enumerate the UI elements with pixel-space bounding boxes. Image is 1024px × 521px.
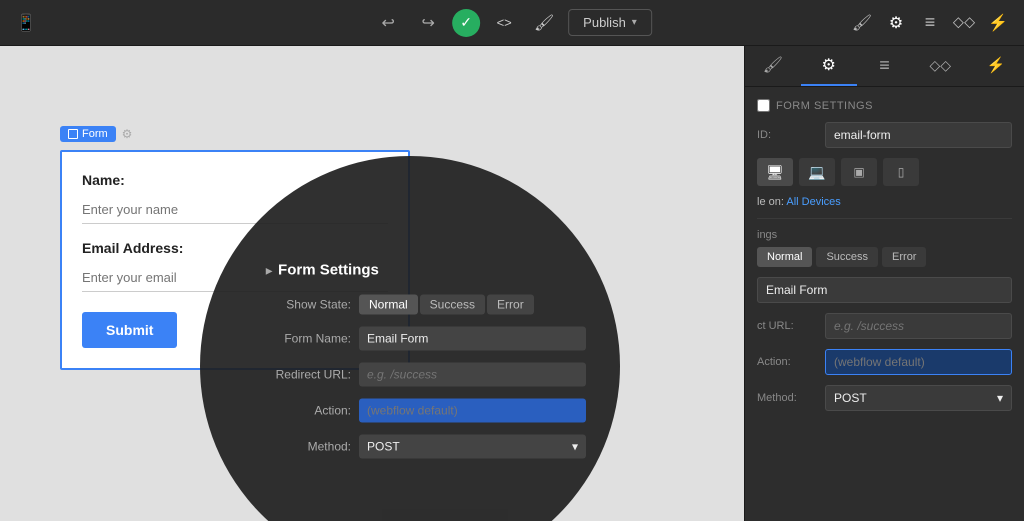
paintbrush-icon[interactable]: 🖌 [528, 7, 560, 39]
popup-form-name-input[interactable] [359, 327, 586, 351]
panel-state-row: Normal Success Error [757, 247, 1012, 267]
main-area: Form ⚙ Name: Email Address: Submit Form … [0, 46, 1024, 521]
device-icons-row: 🖥 💻 ▣ ▯ [757, 158, 1012, 186]
popup-title: Form Settings [266, 262, 586, 279]
visible-label: le on: All Devices [757, 196, 1012, 208]
popup-redirect-input[interactable] [359, 363, 586, 387]
panel-method-label: Method: [757, 392, 817, 404]
panel-action-row: Action: [757, 349, 1012, 375]
panel-id-label: ID: [757, 129, 817, 141]
popup-show-state-row: Show State: Normal Success Error [266, 295, 586, 315]
publish-chevron-icon: ▾ [632, 17, 637, 28]
popup-method-label: Method: [266, 440, 351, 454]
panel-redirect-input[interactable] [825, 313, 1012, 339]
panel-method-row: Method: POST ▾ [757, 385, 1012, 411]
toolbar-left: 📱 [10, 7, 42, 39]
visible-devices: All Devices [786, 196, 840, 208]
popup-show-state-label: Show State: [266, 298, 351, 312]
panel-id-row: ID: [757, 122, 1012, 148]
gear-tab-icon[interactable]: ⚙ [880, 7, 912, 39]
popup-form-name-label: Form Name: [266, 332, 351, 346]
form-settings-checkbox[interactable] [757, 99, 770, 112]
form-box-icon [68, 129, 78, 139]
bolt-tab-icon[interactable]: ⚡ [982, 7, 1014, 39]
panel-state-error-btn[interactable]: Error [882, 247, 926, 267]
redo-icon[interactable]: ↪ [412, 7, 444, 39]
tab-lines[interactable]: ≡ [857, 46, 913, 86]
panel-method-value: POST [834, 391, 867, 405]
popup-redirect-label: Redirect URL: [266, 368, 351, 382]
panel-redirect-label: ct URL: [757, 320, 817, 332]
tab-bolt[interactable]: ⚡ [968, 46, 1024, 86]
submit-button[interactable]: Submit [82, 312, 177, 348]
popup-method-select[interactable]: POST ▾ [359, 435, 586, 459]
canvas-area: Form ⚙ Name: Email Address: Submit Form … [0, 46, 744, 521]
popup-redirect-row: Redirect URL: [266, 363, 586, 387]
toolbar: 📱 ↩ ↪ ✓ <> 🖌 Publish ▾ 🖌 ⚙ ≡ ⬦⬦ ⚡ [0, 0, 1024, 46]
settings-section-label: ings [757, 229, 1012, 241]
device-laptop-icon[interactable]: 💻 [799, 158, 835, 186]
lines-tab-icon[interactable]: ≡ [914, 7, 946, 39]
panel-action-label: Action: [757, 356, 817, 368]
toolbar-right: 🖌 ⚙ ≡ ⬦⬦ ⚡ [846, 7, 1014, 39]
popup-state-normal-btn[interactable]: Normal [359, 295, 418, 315]
publish-button[interactable]: Publish ▾ [568, 9, 652, 36]
canvas-inner: Form ⚙ Name: Email Address: Submit Form … [0, 46, 744, 521]
panel-body: Form Settings ID: 🖥 💻 ▣ ▯ le on: All Dev… [745, 87, 1024, 521]
popup-method-chevron-icon: ▾ [572, 440, 578, 454]
drops-tab-icon[interactable]: ⬦⬦ [948, 7, 980, 39]
popup-state-buttons: Normal Success Error [359, 295, 534, 315]
panel-action-input[interactable] [825, 349, 1012, 375]
form-tag-label: Form [82, 128, 108, 140]
panel-form-settings-title: Form Settings [757, 99, 1012, 112]
panel-id-input[interactable] [825, 122, 1012, 148]
panel-tabs: 🖌 ⚙ ≡ ◇◇ ⚡ [745, 46, 1024, 87]
form-settings-popup: Form Settings Show State: Normal Success… [266, 262, 586, 471]
panel-form-name-input[interactable] [757, 277, 1012, 303]
device-desktop-icon[interactable]: 🖥 [757, 158, 793, 186]
panel-method-select[interactable]: POST ▾ [825, 385, 1012, 411]
code-icon[interactable]: <> [488, 7, 520, 39]
form-label-bar: Form ⚙ [60, 126, 410, 142]
publish-label: Publish [583, 15, 626, 30]
form-tag[interactable]: Form [60, 126, 116, 142]
panel-state-normal-btn[interactable]: Normal [757, 247, 812, 267]
brush-tab-icon[interactable]: 🖌 [846, 7, 878, 39]
popup-method-row: Method: POST ▾ [266, 435, 586, 459]
undo-icon[interactable]: ↩ [372, 7, 404, 39]
right-panel: 🖌 ⚙ ≡ ◇◇ ⚡ Form Settings ID: 🖥 💻 ▣ ▯ [744, 46, 1024, 521]
status-check-icon: ✓ [452, 9, 480, 37]
panel-redirect-row: ct URL: [757, 313, 1012, 339]
popup-action-label: Action: [266, 404, 351, 418]
popup-method-value: POST [367, 440, 400, 454]
form-gear-icon[interactable]: ⚙ [122, 127, 133, 141]
device-tablet-icon[interactable]: ▣ [841, 158, 877, 186]
popup-action-input[interactable] [359, 399, 586, 423]
panel-state-success-btn[interactable]: Success [816, 247, 878, 267]
visible-prefix: le on: [757, 196, 784, 208]
popup-state-success-btn[interactable]: Success [420, 295, 485, 315]
popup-state-error-btn[interactable]: Error [487, 295, 534, 315]
popup-form-name-row: Form Name: [266, 327, 586, 351]
popup-action-row: Action: [266, 399, 586, 423]
tab-brush[interactable]: 🖌 [745, 46, 801, 86]
form-settings-label: Form Settings [776, 100, 873, 112]
divider-1 [757, 218, 1012, 219]
phone-icon[interactable]: 📱 [10, 7, 42, 39]
tab-gear[interactable]: ⚙ [801, 46, 857, 86]
device-phone-icon[interactable]: ▯ [883, 158, 919, 186]
panel-method-chevron-icon: ▾ [997, 391, 1003, 405]
tab-drops[interactable]: ◇◇ [912, 46, 968, 86]
